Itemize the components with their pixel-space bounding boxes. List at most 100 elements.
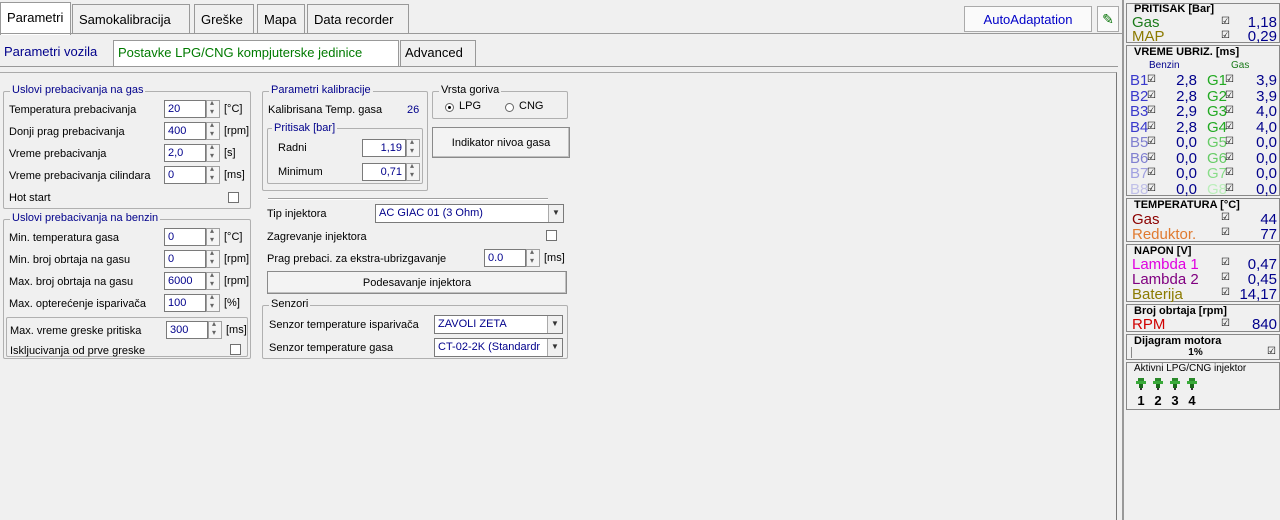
gas-injector-checkbox[interactable]: ☑ — [1225, 90, 1235, 101]
min-gas-temp-spinner[interactable] — [206, 226, 220, 246]
injector-heating-checkbox[interactable] — [546, 230, 557, 241]
rpm-box: Broj obrtaja [rpm] RPM ☑ 840 — [1126, 304, 1280, 333]
lambda1-checkbox[interactable]: ☑ — [1221, 258, 1231, 268]
benzin-injector-checkbox[interactable]: ☑ — [1147, 121, 1157, 132]
benzin-injector-label: B5 — [1130, 134, 1149, 151]
gas-injector-checkbox[interactable]: ☑ — [1225, 75, 1235, 85]
chevron-down-icon: ▼ — [547, 316, 562, 333]
lower-threshold-input[interactable]: 400 — [164, 122, 206, 140]
benzin-injector-checkbox[interactable]: ☑ — [1147, 152, 1157, 163]
tab-mapa[interactable]: Mapa — [257, 4, 305, 33]
switch-time-input[interactable]: 2,0 — [164, 144, 206, 162]
subtab-postavke[interactable]: Postavke LPG/CNG kompjuterske jedinice — [113, 40, 399, 66]
min-rpm-spinner[interactable] — [206, 248, 220, 268]
pencil-icon[interactable]: ✎ — [1097, 6, 1119, 32]
lower-threshold-spinner[interactable] — [206, 120, 220, 140]
gas-injector-label: G4 — [1207, 118, 1228, 136]
min-rpm-input[interactable]: 0 — [164, 250, 206, 268]
fuel-type-group: Vrsta goriva LPG CNG — [432, 84, 568, 119]
temperature-gas-checkbox[interactable]: ☑ — [1221, 213, 1231, 223]
minimum-pressure-spinner[interactable] — [406, 161, 420, 181]
switch-temp-spinner[interactable] — [206, 98, 220, 118]
max-rpm-input[interactable]: 6000 — [164, 272, 206, 290]
gas-injector-label: G7 — [1207, 165, 1228, 182]
switch-time-spinner[interactable] — [206, 142, 220, 162]
minimum-pressure-input[interactable]: 0,71 — [362, 163, 406, 181]
tab-parametri[interactable]: Parametri — [0, 2, 71, 35]
disable-first-error-checkbox[interactable] — [230, 344, 241, 355]
evaporator-sensor-value: ZAVOLI ZETA — [438, 318, 507, 330]
subtab-parametri-vozila[interactable]: Parametri vozila — [0, 40, 110, 66]
benzin-injector-checkbox[interactable]: ☑ — [1147, 90, 1157, 101]
tab-greske[interactable]: Greške — [194, 4, 254, 33]
temperature-reducer-checkbox[interactable]: ☑ — [1221, 228, 1231, 238]
gas-injector-checkbox[interactable]: ☑ — [1225, 137, 1235, 147]
tab-samokalibracija[interactable]: Samokalibracija — [72, 4, 190, 33]
injector-settings-button[interactable]: Podesavanje injektora — [267, 271, 567, 294]
evaporator-sensor-select[interactable]: ZAVOLI ZETA ▼ — [434, 315, 563, 334]
gas-injector-checkbox[interactable]: ☑ — [1225, 152, 1235, 163]
gas-level-indicator-button[interactable]: Indikator nivoa gasa — [432, 127, 570, 158]
benzin-injector-checkbox[interactable]: ☑ — [1147, 75, 1157, 85]
benzin-injector-checkbox[interactable]: ☑ — [1147, 168, 1157, 178]
injector-icon — [1136, 378, 1146, 390]
settings-panel: Uslovi prebacivanja na gas Temperatura p… — [0, 72, 1117, 520]
max-error-time-input[interactable]: 300 — [166, 321, 208, 339]
engine-diagram-box: Dijagram motora 1% ☑ — [1126, 334, 1280, 360]
fuel-lpg-label: LPG — [459, 100, 482, 112]
extra-injection-threshold-spinner[interactable] — [526, 247, 540, 267]
switch-temp-input[interactable]: 20 — [164, 100, 206, 118]
gas-injector-label: G5 — [1207, 134, 1228, 151]
lambda2-checkbox[interactable]: ☑ — [1221, 273, 1231, 283]
injector-number: 2 — [1154, 393, 1162, 408]
injector-type-value: AC GIAC 01 (3 Ohm) — [379, 207, 483, 219]
gas-injector-checkbox[interactable]: ☑ — [1225, 168, 1235, 178]
max-error-time-spinner[interactable] — [208, 319, 222, 339]
hot-start-checkbox[interactable] — [228, 192, 239, 203]
gas-sensor-select[interactable]: CT-02-2K (Standardr ▼ — [434, 338, 563, 357]
gas-injector-value: 4,0 — [1256, 118, 1277, 136]
subtab-advanced[interactable]: Advanced — [400, 40, 476, 66]
benzin-injector-checkbox[interactable]: ☑ — [1147, 137, 1157, 147]
rpm-checkbox[interactable]: ☑ — [1221, 319, 1231, 329]
engine-diagram-checkbox[interactable]: ☑ — [1267, 347, 1277, 357]
benzin-injector-value: 2,8 — [1176, 118, 1197, 136]
gas-injector-label: G8 — [1207, 180, 1228, 198]
benzin-injector-checkbox[interactable]: ☑ — [1147, 183, 1157, 194]
gas-injector-label: G1 — [1207, 72, 1228, 89]
active-injectors-box: Aktivni LPG/CNG injektor — [1126, 362, 1280, 410]
max-rpm-spinner[interactable] — [206, 270, 220, 290]
injector-type-label: Tip injektora — [267, 208, 327, 220]
autoadaptation-button[interactable]: AutoAdaptation — [964, 6, 1092, 32]
switch-time-label: Vreme prebacivanja — [9, 148, 107, 160]
fuel-lpg-radio[interactable] — [445, 103, 454, 112]
max-evap-load-spinner[interactable] — [206, 292, 220, 312]
extra-injection-threshold-label: Prag prebaci. za ekstra-ubrizgavanje — [267, 253, 447, 265]
injector-type-select[interactable]: AC GIAC 01 (3 Ohm) ▼ — [375, 204, 564, 223]
injector-number: 3 — [1171, 393, 1179, 408]
benzin-injector-checkbox[interactable]: ☑ — [1147, 106, 1157, 116]
battery-value: 14,17 — [1239, 286, 1277, 303]
working-pressure-spinner[interactable] — [406, 137, 420, 157]
active-injectors-title: Aktivni LPG/CNG injektor — [1134, 363, 1247, 374]
gas-injector-checkbox[interactable]: ☑ — [1225, 121, 1235, 132]
working-pressure-input[interactable]: 1,19 — [362, 139, 406, 157]
pressure-map-checkbox[interactable]: ☑ — [1221, 31, 1231, 41]
benzin-injector-value: 2,8 — [1176, 72, 1197, 89]
disable-first-error-label: Iskljucivanja od prve greske — [10, 345, 146, 357]
gas-injector-value: 0,0 — [1256, 149, 1277, 167]
fuel-type-title: Vrsta goriva — [439, 84, 502, 96]
gas-injector-checkbox[interactable]: ☑ — [1225, 183, 1235, 194]
benzin-injector-value: 2,8 — [1176, 87, 1197, 105]
extra-injection-threshold-input[interactable]: 0.0 — [484, 249, 526, 267]
cylinder-switch-spinner[interactable] — [206, 164, 220, 184]
min-gas-temp-input[interactable]: 0 — [164, 228, 206, 246]
fuel-cng-radio[interactable] — [505, 103, 514, 112]
gas-injector-checkbox[interactable]: ☑ — [1225, 106, 1235, 116]
max-evap-load-input[interactable]: 100 — [164, 294, 206, 312]
gas-sensor-label: Senzor temperature gasa — [269, 342, 394, 354]
tab-data-recorder[interactable]: Data recorder — [307, 4, 409, 33]
cylinder-switch-input[interactable]: 0 — [164, 166, 206, 184]
battery-checkbox[interactable]: ☑ — [1221, 288, 1231, 298]
pressure-gas-checkbox[interactable]: ☑ — [1221, 17, 1231, 27]
